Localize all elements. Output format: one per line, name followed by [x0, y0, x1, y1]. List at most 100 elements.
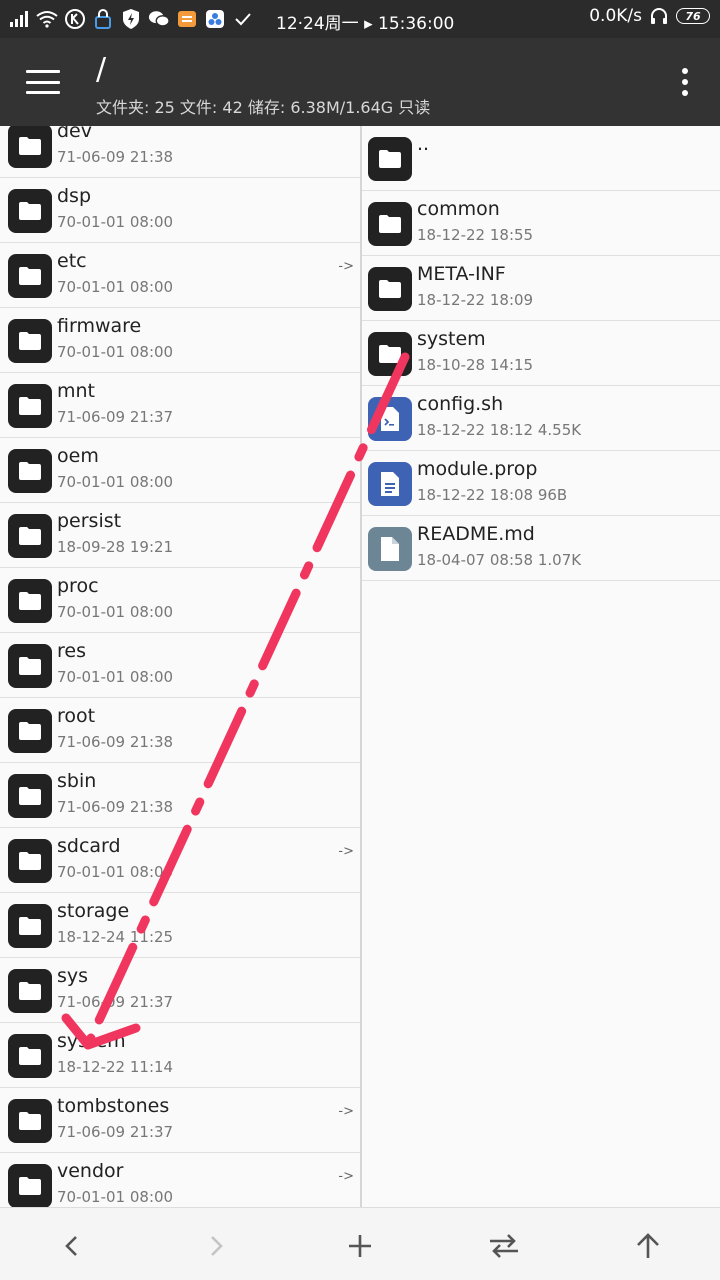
item-name: system: [57, 1030, 126, 1052]
net-speed: 0.0K/s: [589, 6, 642, 26]
item-name: sdcard: [57, 835, 121, 857]
symlink-indicator: ->: [338, 1104, 354, 1119]
item-name: etc: [57, 250, 87, 272]
item-meta: 18-10-28 14:15: [417, 356, 534, 374]
folder-icon: [8, 319, 52, 363]
list-item[interactable]: common 18-12-22 18:55: [362, 191, 720, 256]
item-meta: 70-01-01 08:00: [57, 278, 174, 296]
folder-icon: [368, 267, 412, 311]
folder-icon: [368, 332, 412, 376]
list-item[interactable]: META-INF 18-12-22 18:09: [362, 256, 720, 321]
folder-icon: [8, 189, 52, 233]
folder-icon: [8, 1164, 52, 1207]
list-item[interactable]: README.md 18-04-07 08:58 1.07K: [362, 516, 720, 581]
item-meta: 71-06-09 21:38: [57, 733, 174, 751]
list-item[interactable]: sbin 71-06-09 21:38: [0, 763, 360, 828]
up-directory-icon[interactable]: [630, 1228, 666, 1264]
folder-icon: [8, 774, 52, 818]
generic-file-icon: [368, 527, 412, 571]
list-item[interactable]: persist 18-09-28 19:21: [0, 503, 360, 568]
list-item[interactable]: proc 70-01-01 08:00: [0, 568, 360, 633]
status-time: 12·24周一 ▸ 15:36:00: [276, 14, 455, 34]
list-item[interactable]: vendor 70-01-01 08:00 ->: [0, 1153, 360, 1207]
folder-icon: [8, 1034, 52, 1078]
item-name: common: [417, 198, 500, 220]
folder-icon: [8, 969, 52, 1013]
item-name: vendor: [57, 1160, 124, 1182]
status-bar: 12·24周一 ▸ 15:36:00 0.0K/s 76: [0, 0, 720, 38]
item-name: firmware: [57, 315, 142, 337]
item-name: module.prop: [417, 458, 538, 480]
list-item-parent-dir[interactable]: ..: [362, 126, 720, 191]
list-item[interactable]: system 18-12-22 11:14: [0, 1023, 360, 1088]
list-item[interactable]: etc 70-01-01 08:00 ->: [0, 243, 360, 308]
list-item[interactable]: dsp 70-01-01 08:00: [0, 178, 360, 243]
folder-icon: [8, 904, 52, 948]
storage-summary: 文件夹: 25 文件: 42 储存: 6.38M/1.64G 只读: [96, 98, 431, 117]
item-meta: 70-01-01 08:00: [57, 473, 174, 491]
list-item[interactable]: res 70-01-01 08:00: [0, 633, 360, 698]
item-name: persist: [57, 510, 122, 532]
forward-icon[interactable]: [198, 1228, 234, 1264]
list-item[interactable]: config.sh 18-12-22 18:12 4.55K: [362, 386, 720, 451]
mail-app-icon: [176, 9, 198, 29]
list-item[interactable]: module.prop 18-12-22 18:08 96B: [362, 451, 720, 516]
back-icon[interactable]: [54, 1228, 90, 1264]
list-item[interactable]: mnt 71-06-09 21:37: [0, 373, 360, 438]
app-bar: / 文件夹: 25 文件: 42 储存: 6.38M/1.64G 只读: [0, 38, 720, 126]
item-name: oem: [57, 445, 99, 467]
list-item[interactable]: root 71-06-09 21:38: [0, 698, 360, 763]
check-icon: [232, 9, 254, 29]
symlink-indicator: ->: [338, 259, 354, 274]
folder-icon: [8, 1099, 52, 1143]
list-item[interactable]: sdcard 70-01-01 08:00 ->: [0, 828, 360, 893]
item-name: mnt: [57, 380, 95, 402]
folder-icon: [368, 202, 412, 246]
add-icon[interactable]: [342, 1228, 378, 1264]
more-options-icon[interactable]: [680, 68, 690, 96]
item-meta: 71-06-09 21:38: [57, 148, 174, 166]
shield-icon: [120, 9, 142, 29]
document-file-icon: [368, 462, 412, 506]
item-name: config.sh: [417, 393, 504, 415]
folder-icon: [368, 137, 412, 181]
item-name: META-INF: [417, 263, 506, 285]
item-name: README.md: [417, 523, 535, 545]
item-meta: 70-01-01 08:00: [57, 343, 174, 361]
folder-icon: [8, 126, 52, 168]
swap-panes-icon[interactable]: [486, 1228, 522, 1264]
item-name: sys: [57, 965, 89, 987]
list-item[interactable]: firmware 70-01-01 08:00: [0, 308, 360, 373]
item-meta: 18-12-22 18:09: [417, 291, 534, 309]
right-file-pane[interactable]: .. common 18-12-22 18:55 META-INF 18-12-…: [362, 126, 720, 1207]
wifi-icon: [36, 9, 58, 29]
folder-icon: [8, 514, 52, 558]
item-name: root: [57, 705, 96, 727]
left-file-pane[interactable]: dev 71-06-09 21:38 dsp 70-01-01 08:00 et…: [0, 126, 360, 1207]
menu-icon[interactable]: [26, 70, 60, 94]
item-name: dsp: [57, 185, 92, 207]
item-meta: 71-06-09 21:37: [57, 993, 174, 1011]
item-meta: 70-01-01 08:00: [57, 213, 174, 231]
lock-icon: [92, 9, 114, 29]
script-file-icon: [368, 397, 412, 441]
list-item[interactable]: oem 70-01-01 08:00: [0, 438, 360, 503]
list-item[interactable]: dev 71-06-09 21:38: [0, 126, 360, 178]
item-meta: 70-01-01 08:00: [57, 668, 174, 686]
list-item[interactable]: sys 71-06-09 21:37: [0, 958, 360, 1023]
list-item[interactable]: tombstones 71-06-09 21:37 ->: [0, 1088, 360, 1153]
battery-indicator: 76: [676, 8, 710, 24]
page-title: /: [96, 52, 107, 87]
list-item[interactable]: storage 18-12-24 11:25: [0, 893, 360, 958]
list-item[interactable]: system 18-10-28 14:15: [362, 321, 720, 386]
item-meta: 18-09-28 19:21: [57, 538, 174, 556]
item-meta: 70-01-01 08:00: [57, 863, 174, 881]
folder-icon: [8, 254, 52, 298]
item-meta: 71-06-09 21:37: [57, 1123, 174, 1141]
symlink-indicator: ->: [338, 844, 354, 859]
item-meta: 18-12-24 11:25: [57, 928, 174, 946]
item-meta: 71-06-09 21:37: [57, 408, 174, 426]
item-name: system: [417, 328, 486, 350]
cloud-app-icon: [204, 9, 226, 29]
folder-icon: [8, 579, 52, 623]
